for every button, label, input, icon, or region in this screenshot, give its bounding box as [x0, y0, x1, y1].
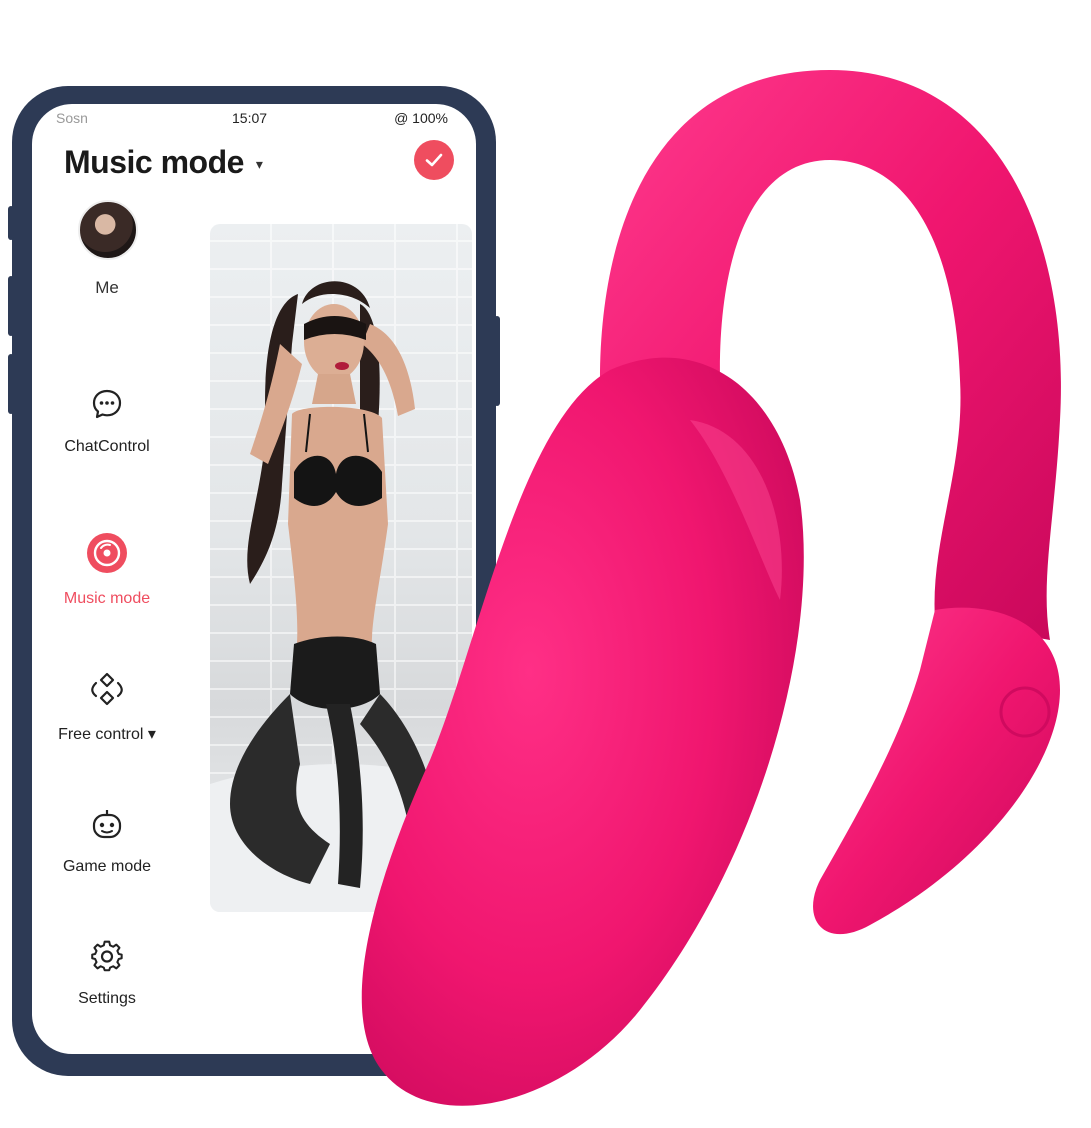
- product-image: [361, 70, 1061, 1106]
